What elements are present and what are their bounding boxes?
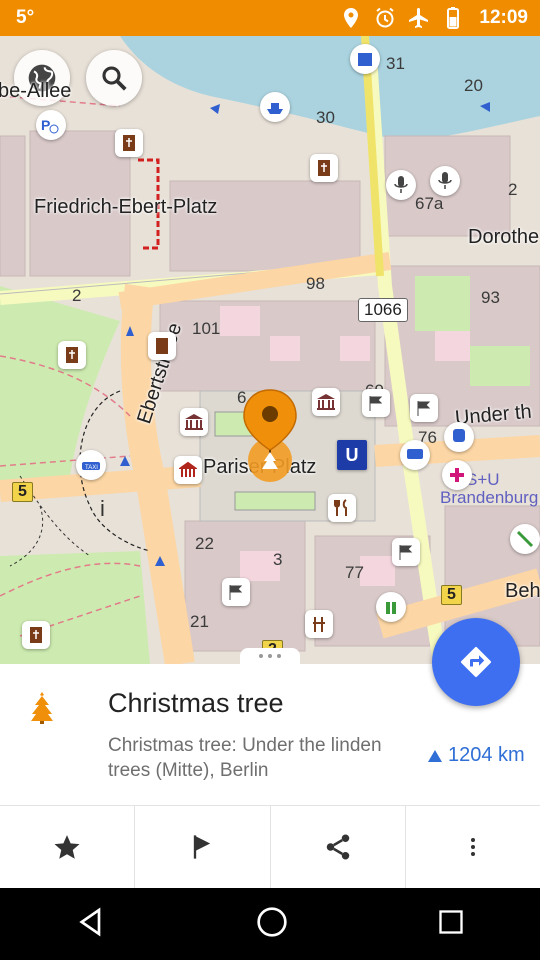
bus-poi-icon[interactable] (400, 440, 430, 470)
sheet-handle[interactable] (240, 648, 300, 664)
favorite-button[interactable] (0, 806, 136, 888)
station-label-brandenburg: Brandenburg (440, 488, 539, 507)
search-icon (102, 66, 127, 91)
back-icon (78, 906, 100, 937)
recycling-poi-icon[interactable] (350, 44, 380, 74)
flag-poi-icon[interactable] (222, 578, 250, 606)
system-nav-bar (0, 888, 540, 960)
library-poi-icon[interactable] (58, 341, 86, 369)
bike-parking-poi-icon[interactable]: P (36, 110, 66, 140)
subway-station-poi-icon[interactable]: U (337, 440, 367, 470)
house-number: 101 (192, 319, 221, 338)
directions-icon (461, 647, 491, 677)
poi-description: Christmas tree: Under the linden trees (… (108, 735, 382, 781)
road-ref-1066: 1066 (358, 298, 408, 322)
train-poi-icon[interactable] (444, 422, 474, 452)
library-poi-icon[interactable] (310, 154, 338, 182)
recents-icon (439, 909, 463, 934)
viewpoint-poi-icon[interactable] (510, 524, 540, 554)
embassy-poi-icon[interactable] (148, 332, 176, 360)
flag-poi-icon[interactable] (410, 394, 438, 422)
museum-poi-icon[interactable] (180, 408, 208, 436)
alarm-icon (376, 7, 395, 28)
action-bar (0, 806, 540, 888)
street-label-allee: be-Allee (0, 80, 72, 102)
recents-button[interactable] (437, 908, 465, 941)
add-marker-button[interactable] (135, 806, 271, 888)
flag-poi-icon[interactable] (362, 389, 390, 417)
house-number: 98 (306, 274, 325, 293)
flag-icon (194, 835, 211, 859)
christmas-tree-icon (31, 692, 53, 724)
direction-arrow-icon (428, 749, 442, 762)
house-number: 30 (316, 108, 335, 127)
pharmacy-poi-icon[interactable] (442, 460, 472, 490)
street-label-friedrich-ebert-platz: Friedrich-Ebert-Platz (34, 196, 218, 218)
memorial-poi-icon[interactable] (174, 456, 202, 484)
map-view[interactable]: be-Allee Friedrich-Ebert-Platz Dorothe E… (0, 36, 540, 664)
drinking-water-poi-icon[interactable] (376, 592, 406, 622)
house-number: 20 (464, 76, 483, 95)
christmas-tree-icon (262, 452, 278, 469)
distance-indicator: 1204 km (428, 744, 525, 767)
flag-poi-icon[interactable] (392, 538, 420, 566)
map-search-button[interactable] (86, 50, 142, 106)
street-label-beh: Beh (505, 580, 540, 602)
location-icon (344, 8, 359, 28)
house-number: 3 (273, 550, 283, 569)
house-number: 67a (415, 194, 444, 213)
more-options-button[interactable] (406, 806, 540, 888)
house-number: 31 (386, 54, 405, 73)
taxi-poi-icon[interactable]: TAXI (76, 450, 106, 480)
restaurant-poi-icon[interactable] (328, 494, 356, 522)
status-bar: 5° 12:09 (0, 0, 540, 36)
star-icon (54, 835, 80, 859)
more-vertical-icon (470, 838, 475, 856)
home-icon (257, 906, 287, 937)
ferry-poi-icon[interactable] (260, 92, 290, 122)
share-icon (326, 834, 349, 860)
microphone-poi-icon[interactable] (386, 170, 416, 200)
share-button[interactable] (271, 806, 406, 888)
clock: 12:09 (479, 7, 528, 28)
street-label-dorotheen: Dorothe (468, 226, 540, 248)
museum-poi-icon[interactable] (312, 388, 340, 416)
sculpture-poi-icon[interactable] (305, 610, 333, 638)
poi-title: Christmas tree (108, 688, 284, 718)
house-number: 22 (195, 534, 214, 553)
road-ref-5: 5 (441, 585, 462, 605)
house-number: 77 (345, 563, 364, 582)
svg-text:TAXI: TAXI (85, 465, 98, 471)
info-marker: i (100, 496, 105, 521)
house-number: 21 (190, 612, 209, 631)
house-number: 2 (508, 180, 518, 199)
road-ref-5: 5 (12, 482, 33, 502)
battery-icon (447, 7, 460, 29)
house-number: 2 (72, 286, 82, 305)
house-number: 93 (481, 288, 500, 307)
microphone-poi-icon[interactable] (430, 166, 460, 196)
airplane-mode-icon (409, 8, 429, 28)
library-poi-icon[interactable] (22, 621, 50, 649)
distance-text: 1204 km (448, 744, 525, 766)
selected-location-marker[interactable] (240, 388, 300, 488)
temperature-text: 5° (16, 7, 35, 28)
route-button[interactable] (432, 618, 520, 706)
back-button[interactable] (75, 906, 107, 943)
svg-text:P: P (41, 117, 50, 133)
home-button[interactable] (256, 906, 288, 943)
library-poi-icon[interactable] (115, 129, 143, 157)
